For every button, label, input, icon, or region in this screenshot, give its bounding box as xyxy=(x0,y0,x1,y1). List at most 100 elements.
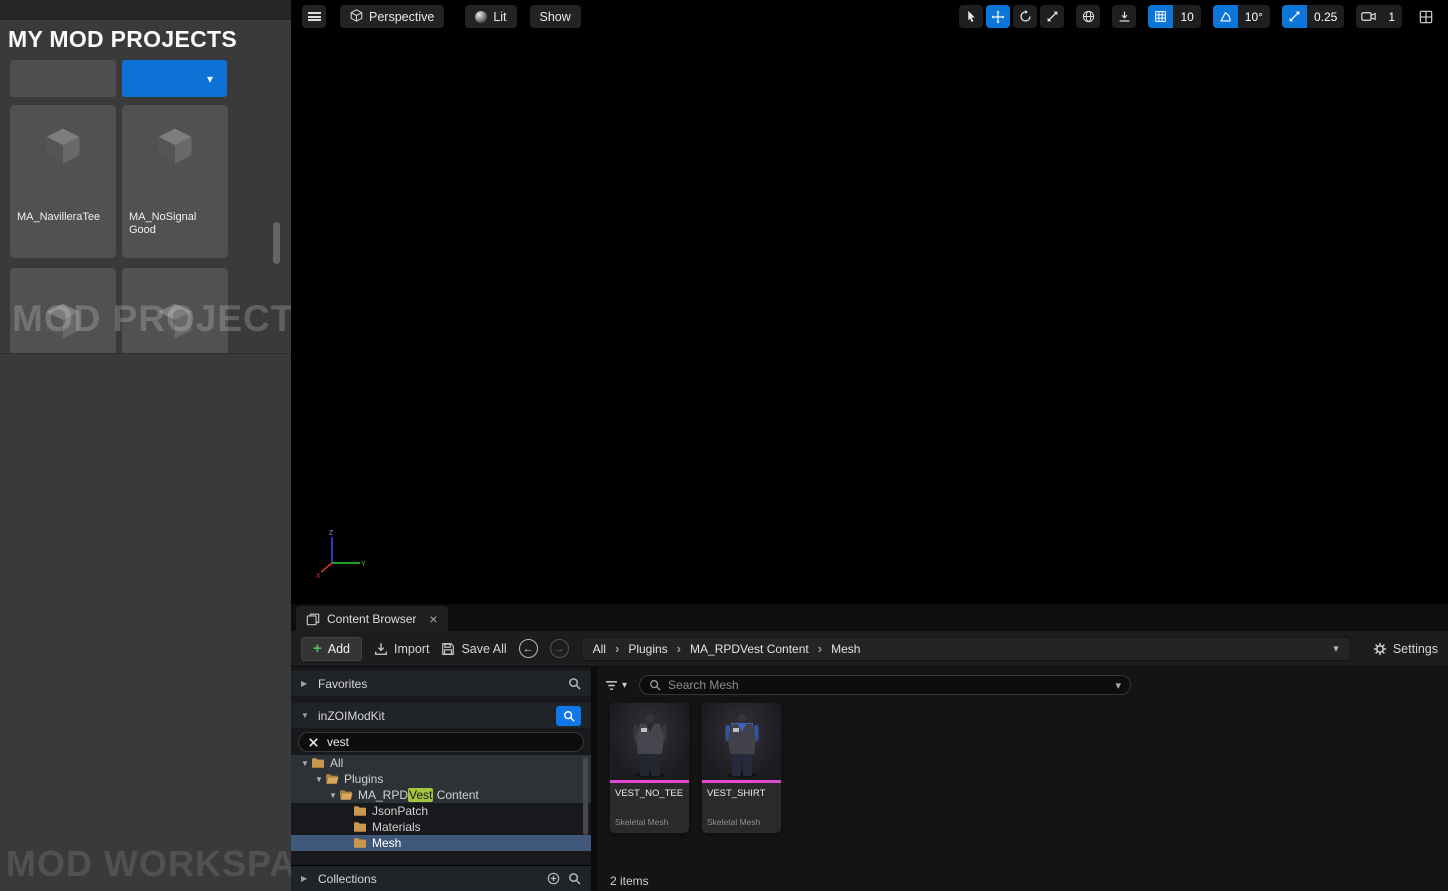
tree-item-label: Materials xyxy=(372,820,421,834)
source-label: inZOIModKit xyxy=(318,708,385,723)
scale-snap-value[interactable]: 0.25 xyxy=(1307,10,1344,24)
rotation-snap-value[interactable]: 10° xyxy=(1238,10,1270,24)
scrollbar-thumb[interactable] xyxy=(273,222,280,264)
breadcrumb-item[interactable]: All xyxy=(593,642,606,656)
scale-tool-button[interactable] xyxy=(1040,5,1065,28)
viewport-menu-button[interactable] xyxy=(302,5,326,28)
expand-arrow-icon[interactable]: ▼ xyxy=(327,791,339,800)
add-button[interactable]: + Add xyxy=(301,636,363,661)
tree-item-materials[interactable]: Materials xyxy=(291,819,591,835)
grid-snap-value[interactable]: 10 xyxy=(1173,10,1200,24)
move-tool-button[interactable] xyxy=(986,5,1011,28)
asset-thumbnail xyxy=(610,703,689,780)
show-button[interactable]: Show xyxy=(529,5,581,28)
expand-arrow-icon[interactable]: ▶ xyxy=(301,874,310,883)
clear-search-icon[interactable] xyxy=(308,737,319,748)
source-section[interactable]: ▼ inZOIModKit xyxy=(291,703,591,728)
mod-projects-panel: MY MOD PROJECTS ▾ MA_NavilleraTee MA_NoS… xyxy=(0,0,291,891)
asset-type: Skeletal Mesh xyxy=(707,817,761,827)
source-search-button[interactable] xyxy=(556,705,581,726)
breadcrumb-item[interactable]: Plugins xyxy=(628,642,667,656)
scale-icon xyxy=(1047,11,1058,22)
tree-item-ma-rpdvest-content[interactable]: ▼ MA_RPDVest Content xyxy=(291,787,591,803)
camera-speed-button[interactable] xyxy=(1356,5,1381,28)
breadcrumb[interactable]: All › Plugins › MA_RPDVest Content › Mes… xyxy=(580,636,1351,661)
breadcrumb-separator-icon: › xyxy=(817,641,823,656)
search-icon xyxy=(650,680,661,691)
perspective-button[interactable]: Perspective xyxy=(340,5,445,28)
collections-section[interactable]: ▶ Collections xyxy=(291,865,591,891)
tab-content-browser[interactable]: Content Browser × xyxy=(296,606,448,631)
perspective-label: Perspective xyxy=(369,9,435,24)
rotate-tool-button[interactable] xyxy=(1013,5,1038,28)
tree-item-label: MA_RPDVest Content xyxy=(358,788,479,802)
surface-snap-button[interactable] xyxy=(1112,5,1137,28)
folder-search-input[interactable] xyxy=(327,735,574,749)
project-asset-card[interactable] xyxy=(10,268,116,353)
tree-item-label: All xyxy=(330,756,344,770)
snap-to-floor-icon xyxy=(1119,11,1130,22)
projects-scroll-area[interactable]: ▾ MA_NavilleraTee MA_NoSignal Good MOD P… xyxy=(0,58,291,354)
app-root: MY MOD PROJECTS ▾ MA_NavilleraTee MA_NoS… xyxy=(0,0,1448,891)
cube-icon xyxy=(41,300,85,349)
favorites-section[interactable]: ▶ Favorites xyxy=(291,671,591,696)
back-button[interactable]: ← xyxy=(518,639,538,658)
tree-item-mesh[interactable]: Mesh xyxy=(291,835,591,851)
viewport-toolbar-right: 10 10° 0.25 1 xyxy=(959,5,1438,28)
left-panel-topbar xyxy=(0,0,291,20)
viewport-layout-button[interactable] xyxy=(1414,5,1438,28)
tree-item-all[interactable]: ▼ All xyxy=(291,755,591,771)
forward-arrow-icon: → xyxy=(553,642,565,655)
asset-tile-vest-shirt[interactable]: VEST_SHIRT Skeletal Mesh xyxy=(702,703,781,833)
expand-arrow-icon[interactable]: ▶ xyxy=(301,679,310,688)
move-icon xyxy=(992,10,1005,23)
expand-arrow-icon[interactable]: ▼ xyxy=(301,711,310,720)
search-icon[interactable] xyxy=(568,677,581,690)
import-button[interactable]: Import xyxy=(374,642,429,656)
cube-icon xyxy=(41,125,85,174)
close-icon[interactable]: × xyxy=(429,611,437,627)
add-collection-icon[interactable] xyxy=(547,872,560,885)
project-asset-card[interactable] xyxy=(122,268,228,353)
asset-search-input[interactable] xyxy=(668,678,1109,692)
filter-button[interactable]: ▾ xyxy=(605,680,627,691)
tree-scrollbar-thumb[interactable] xyxy=(583,757,588,835)
project-asset-card[interactable]: MA_NoSignal Good xyxy=(122,105,228,258)
content-browser-icon xyxy=(306,613,320,625)
save-all-button[interactable]: Save All xyxy=(441,641,507,656)
folder-icon xyxy=(353,805,367,817)
lit-button[interactable]: Lit xyxy=(465,5,517,28)
breadcrumb-item[interactable]: Mesh xyxy=(831,642,860,656)
folder-icon xyxy=(353,821,367,833)
chevron-down-icon[interactable]: ▾ xyxy=(1116,679,1122,692)
project-asset-card[interactable]: MA_NavilleraTee xyxy=(10,105,116,258)
settings-button[interactable]: Settings xyxy=(1373,642,1438,656)
project-filter-tile[interactable] xyxy=(10,60,116,97)
tree-item-plugins[interactable]: ▼ Plugins xyxy=(291,771,591,787)
save-all-label: Save All xyxy=(461,641,507,656)
world-space-button[interactable] xyxy=(1076,5,1101,28)
grid-snap-toggle[interactable] xyxy=(1148,5,1174,28)
tree-item-jsonpatch[interactable]: JsonPatch xyxy=(291,803,591,819)
asset-name: MA_NoSignal Good xyxy=(129,211,197,236)
project-dropdown[interactable]: ▾ xyxy=(122,60,227,97)
rotation-snap-toggle[interactable] xyxy=(1212,5,1238,28)
chevron-down-icon[interactable]: ▾ xyxy=(1333,642,1339,655)
folder-search-field[interactable] xyxy=(298,732,584,752)
breadcrumb-item[interactable]: MA_RPDVest Content xyxy=(690,642,809,656)
asset-tile-vest-no-tee[interactable]: VEST_NO_TEE Skeletal Mesh xyxy=(610,703,689,833)
axis-gizmo: Z Y X xyxy=(315,527,367,584)
camera-speed-value[interactable]: 1 xyxy=(1381,10,1402,24)
expand-arrow-icon[interactable]: ▼ xyxy=(299,759,311,768)
scale-snap-toggle[interactable] xyxy=(1281,5,1307,28)
asset-search-field[interactable]: ▾ xyxy=(639,675,1132,695)
search-icon[interactable] xyxy=(568,872,581,885)
forward-button[interactable]: → xyxy=(549,639,569,658)
expand-arrow-icon[interactable]: ▼ xyxy=(313,775,325,784)
scale-snap-control: 0.25 xyxy=(1281,5,1345,28)
tree-item-label: Plugins xyxy=(344,772,384,786)
open-folder-icon xyxy=(325,773,339,785)
viewport[interactable]: Perspective Lit Show 10 10° 0.25 1 Z Y X xyxy=(291,0,1448,604)
add-label: Add xyxy=(327,641,351,656)
select-tool-button[interactable] xyxy=(959,5,984,28)
